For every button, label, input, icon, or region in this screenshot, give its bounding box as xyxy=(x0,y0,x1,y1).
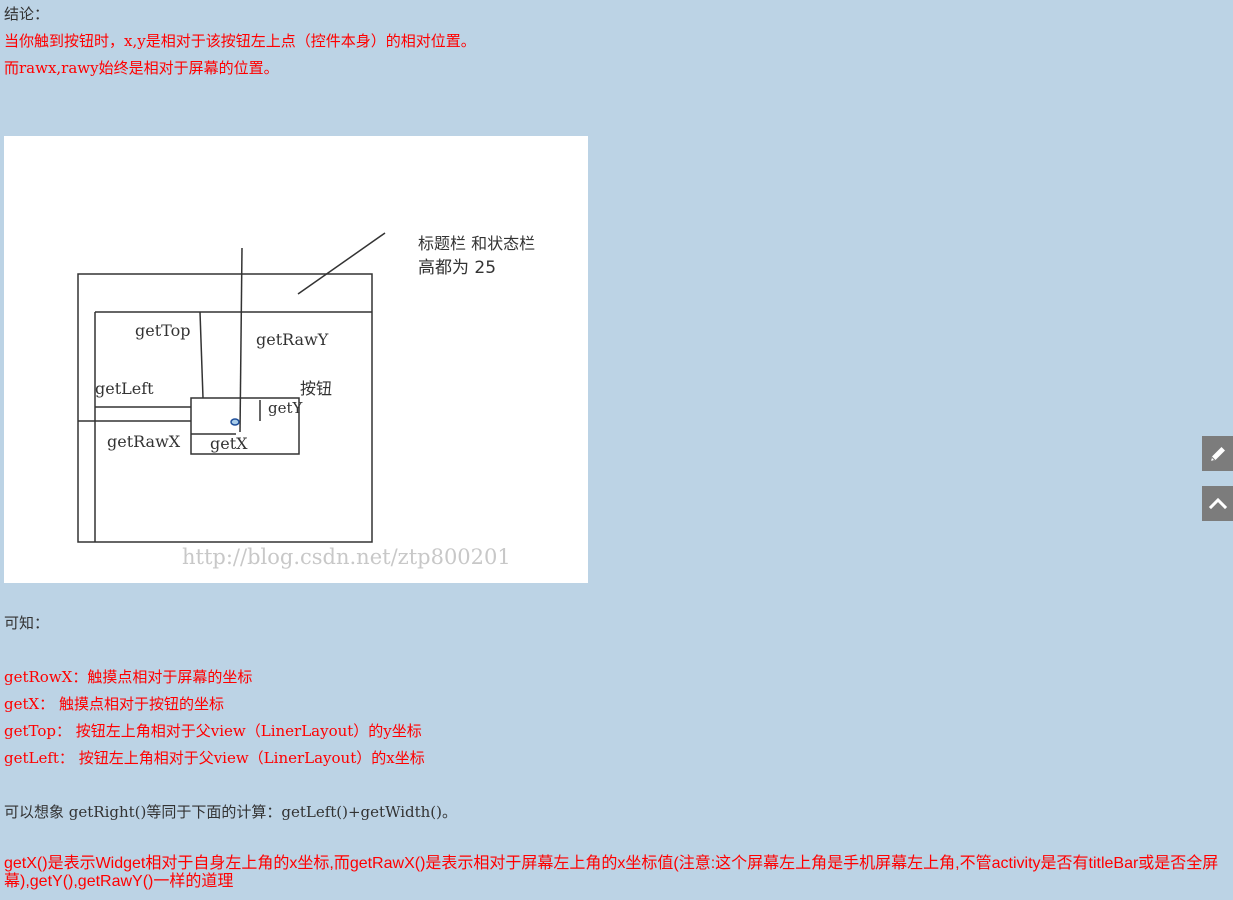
label-get-raw-x: getRawX xyxy=(107,432,181,451)
final-note: getX()是表示Widget相对于自身左上角的x坐标,而getRawX()是表… xyxy=(4,855,1219,890)
back-to-top-button[interactable] xyxy=(1202,486,1233,521)
screen-outline xyxy=(77,273,373,543)
status-note-line1: 标题栏 和状态栏 xyxy=(418,234,535,253)
summary-item-get-top: getTop： 按钮左上角相对于父view（LinerLayout）的y坐标 xyxy=(4,722,422,740)
get-right-note: 可以想象 getRight()等同于下面的计算：getLeft()+getWid… xyxy=(4,803,458,821)
status-note-line2: 高都为 25 xyxy=(418,258,496,278)
label-get-left: getLeft xyxy=(95,379,154,398)
label-get-raw-y: getRawY xyxy=(256,330,329,349)
edit-button[interactable] xyxy=(1202,436,1233,471)
conclusion-line-raw: 而rawx,rawy始终是相对于屏幕的位置。 xyxy=(4,59,279,77)
label-get-top: getTop xyxy=(135,321,190,340)
chevron-up-icon xyxy=(1208,497,1227,509)
summary-item-raw-x: getRowX：触摸点相对于屏幕的坐标 xyxy=(4,668,253,686)
coordinates-diagram: 标题栏 和状态栏 高都为 25 getTop getRawY getLeft 按… xyxy=(4,136,588,583)
summary-item-get-left: getLeft： 按钮左上角相对于父view（LinerLayout）的x坐标 xyxy=(4,749,425,767)
label-button: 按钮 xyxy=(300,379,332,398)
get-top-line xyxy=(199,311,204,399)
label-get-y: getY xyxy=(268,399,304,417)
summary-item-get-x: getX： 触摸点相对于按钮的坐标 xyxy=(4,695,224,713)
label-get-x: getX xyxy=(210,434,248,453)
pencil-icon xyxy=(1210,446,1225,461)
diagram-canvas: 标题栏 和状态栏 高都为 25 getTop getRawY getLeft 按… xyxy=(77,232,535,569)
touch-point xyxy=(230,418,240,426)
raw-y-line xyxy=(239,247,243,433)
summary-heading: 可知： xyxy=(4,614,50,632)
conclusion-line-xy: 当你触到按钮时，x,y是相对于该按钮左上点（控件本身）的相对位置。 xyxy=(4,32,476,50)
conclusion-heading: 结论： xyxy=(4,5,50,23)
watermark-text: http://blog.csdn.net/ztp800201 xyxy=(182,545,511,569)
